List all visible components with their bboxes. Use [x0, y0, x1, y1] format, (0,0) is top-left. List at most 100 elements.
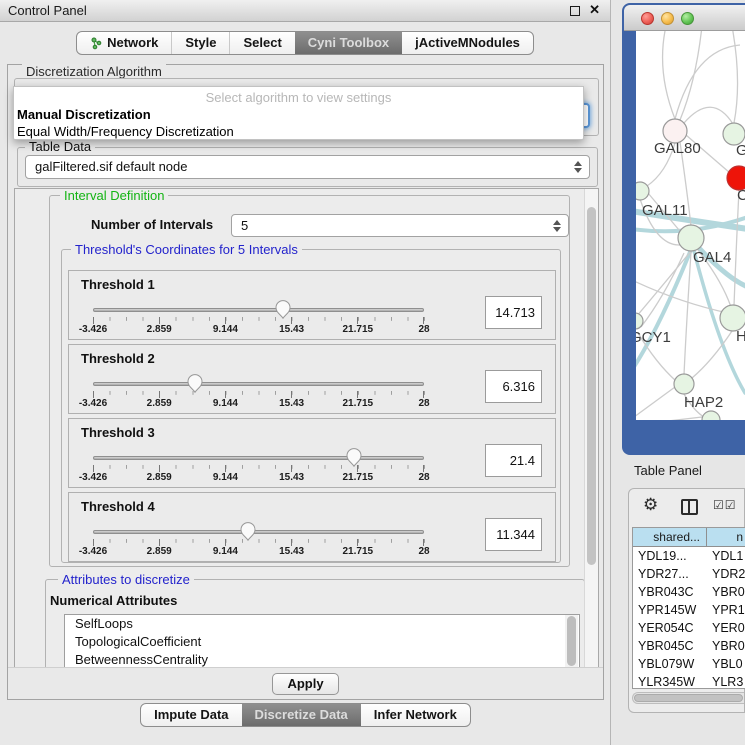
tick-label: -3.426: [79, 324, 107, 335]
threshold-2-slider[interactable]: [93, 382, 424, 386]
table-row[interactable]: YBR043CYBR0: [633, 583, 745, 601]
dropdown-option-equal-width-frequency[interactable]: Equal Width/Frequency Discretization: [17, 124, 234, 139]
attributes-list-scrollbar[interactable]: [565, 615, 578, 669]
zoom-traffic-light-icon[interactable]: [681, 12, 694, 25]
algorithm-group-title: Discretization Algorithm: [22, 64, 166, 79]
table-row[interactable]: YDL19...YDL1: [633, 547, 745, 565]
number-of-intervals-label: Number of Intervals: [91, 217, 213, 232]
network-window-titlebar: [624, 5, 745, 31]
node-label-gal11: GAL11: [642, 202, 688, 219]
node-gal4[interactable]: [678, 225, 704, 251]
checkbox-icons[interactable]: ☑☑: [713, 498, 737, 512]
number-of-intervals-combobox[interactable]: 5: [231, 214, 569, 237]
thresholds-group-title: Threshold's Coordinates for 5 Intervals: [71, 242, 302, 257]
attributes-group-title: Attributes to discretize: [58, 572, 194, 587]
tick-label: 28: [418, 324, 429, 335]
threshold-3-slider[interactable]: [93, 456, 424, 460]
tick-label: 2.859: [147, 324, 172, 335]
tick-label: 9.144: [213, 398, 238, 409]
threshold-4-slider[interactable]: [93, 530, 424, 534]
slider-tick-labels: -3.4262.8599.14415.4321.71528: [93, 472, 424, 484]
threshold-panel-3: Threshold 3 -3.4262.8599.14415.4321.7152…: [68, 418, 556, 488]
table-row[interactable]: YDR27...YDR2: [633, 565, 745, 583]
control-panel: Control Panel ✕ Network Style Sel: [0, 0, 611, 745]
split-columns-icon[interactable]: [681, 499, 698, 515]
numerical-attributes-list[interactable]: SelfLoopsTopologicalCoefficientBetweenne…: [64, 614, 580, 669]
tick-label: 15.43: [279, 324, 304, 335]
minimize-traffic-light-icon[interactable]: [661, 12, 674, 25]
table-horizontal-scrollbar[interactable]: [632, 692, 744, 704]
tick-label: 28: [418, 472, 429, 483]
bottom-tabbar: Impute Data Discretize Data Infer Networ…: [0, 703, 611, 727]
node-label-gal80: GAL80: [654, 140, 701, 157]
threshold-1-slider[interactable]: [93, 308, 424, 312]
scrollbar-thumb[interactable]: [634, 694, 743, 702]
dropdown-option-manual-discretization[interactable]: Manual Discretization: [17, 107, 151, 122]
column-header-shared[interactable]: shared...: [633, 528, 707, 546]
threshold-2-value-field[interactable]: 6.316: [485, 370, 542, 403]
tab-select[interactable]: Select: [229, 32, 294, 54]
threshold-1-value-field[interactable]: 14.713: [485, 296, 542, 329]
network-canvas[interactable]: GAL80 GA C GAL11 GAL4 GCY1 H HAP2: [636, 31, 745, 420]
threshold-panel-4: Threshold 4 -3.4262.8599.14415.4321.7152…: [68, 492, 556, 562]
tick-label: 21.715: [343, 472, 374, 483]
gear-icon[interactable]: ⚙: [643, 495, 658, 515]
table-row[interactable]: YLR345WYLR3: [633, 673, 745, 689]
slider-ticks: [93, 539, 425, 546]
tab-network-label: Network: [107, 32, 158, 54]
table-row[interactable]: YER054CYER0: [633, 619, 745, 637]
dropdown-hint: Select algorithm to view settings: [14, 90, 583, 105]
close-icon[interactable]: ✕: [589, 2, 600, 18]
tick-label: 15.43: [279, 472, 304, 483]
table-row[interactable]: YPR145WYPR1: [633, 601, 745, 619]
column-header-name[interactable]: n: [707, 528, 745, 546]
thresholds-group: Threshold's Coordinates for 5 Intervals …: [61, 249, 561, 563]
list-item[interactable]: TopologicalCoefficient: [65, 633, 579, 651]
network-view-window: GAL80 GA C GAL11 GAL4 GCY1 H HAP2: [622, 3, 745, 455]
slider-ticks: [93, 317, 425, 324]
tab-discretize-data[interactable]: Discretize Data: [242, 704, 361, 726]
table-row[interactable]: YBL079WYBL0: [633, 655, 745, 673]
node-label-partial-g: GA: [736, 142, 745, 159]
table-data-combobox[interactable]: galFiltered.sif default node: [25, 155, 590, 179]
tab-impute-data[interactable]: Impute Data: [141, 704, 241, 726]
tab-style[interactable]: Style: [171, 32, 229, 54]
node-partial-bottom[interactable]: [702, 411, 720, 420]
control-panel-title: Control Panel: [8, 3, 87, 18]
slider-ticks: [93, 465, 425, 472]
attributes-group: Attributes to discretize Numerical Attri…: [45, 579, 585, 669]
tick-label: 2.859: [147, 546, 172, 557]
tab-infer-network-label: Infer Network: [374, 704, 457, 726]
slider-ticks: [93, 391, 425, 398]
tab-network[interactable]: Network: [77, 32, 171, 54]
tab-cyni-toolbox[interactable]: Cyni Toolbox: [295, 32, 402, 54]
screen: Control Panel ✕ Network Style Sel: [0, 0, 745, 745]
threshold-panel-1: Threshold 1 -3.4262.8599.14415.4321.7152…: [68, 270, 556, 340]
scrollbar-thumb[interactable]: [587, 207, 596, 565]
network-graph: GAL80 GA C GAL11 GAL4 GCY1 H HAP2: [636, 31, 745, 420]
slider-tick-labels: -3.4262.8599.14415.4321.71528: [93, 324, 424, 336]
list-item[interactable]: SelfLoops: [65, 615, 579, 633]
apply-button[interactable]: Apply: [272, 673, 338, 695]
tab-style-label: Style: [185, 32, 216, 54]
tab-jactivemnodules[interactable]: jActiveMNodules: [402, 32, 533, 54]
node-hap2[interactable]: [674, 374, 694, 394]
tick-label: 21.715: [343, 546, 374, 557]
node-gal11[interactable]: [636, 182, 649, 200]
node-label-partial-h: H: [736, 328, 745, 345]
slider-tick-labels: -3.4262.8599.14415.4321.71528: [93, 546, 424, 558]
threshold-3-value-field[interactable]: 21.4: [485, 444, 542, 477]
float-icon[interactable]: [570, 6, 580, 16]
slider-tick-labels: -3.4262.8599.14415.4321.71528: [93, 398, 424, 410]
tick-label: -3.426: [79, 546, 107, 557]
tick-label: 21.715: [343, 324, 374, 335]
threshold-4-value-field[interactable]: 11.344: [485, 518, 542, 551]
tick-label: 9.144: [213, 546, 238, 557]
table-row[interactable]: YBR045CYBR0: [633, 637, 745, 655]
apply-bar: Apply: [8, 667, 603, 699]
tab-discretize-data-label: Discretize Data: [255, 704, 348, 726]
tab-infer-network[interactable]: Infer Network: [361, 704, 470, 726]
settings-vertical-scrollbar[interactable]: [584, 189, 598, 668]
node-table: shared... n YDL19...YDL1YDR27...YDR2YBR0…: [632, 527, 745, 689]
close-traffic-light-icon[interactable]: [641, 12, 654, 25]
